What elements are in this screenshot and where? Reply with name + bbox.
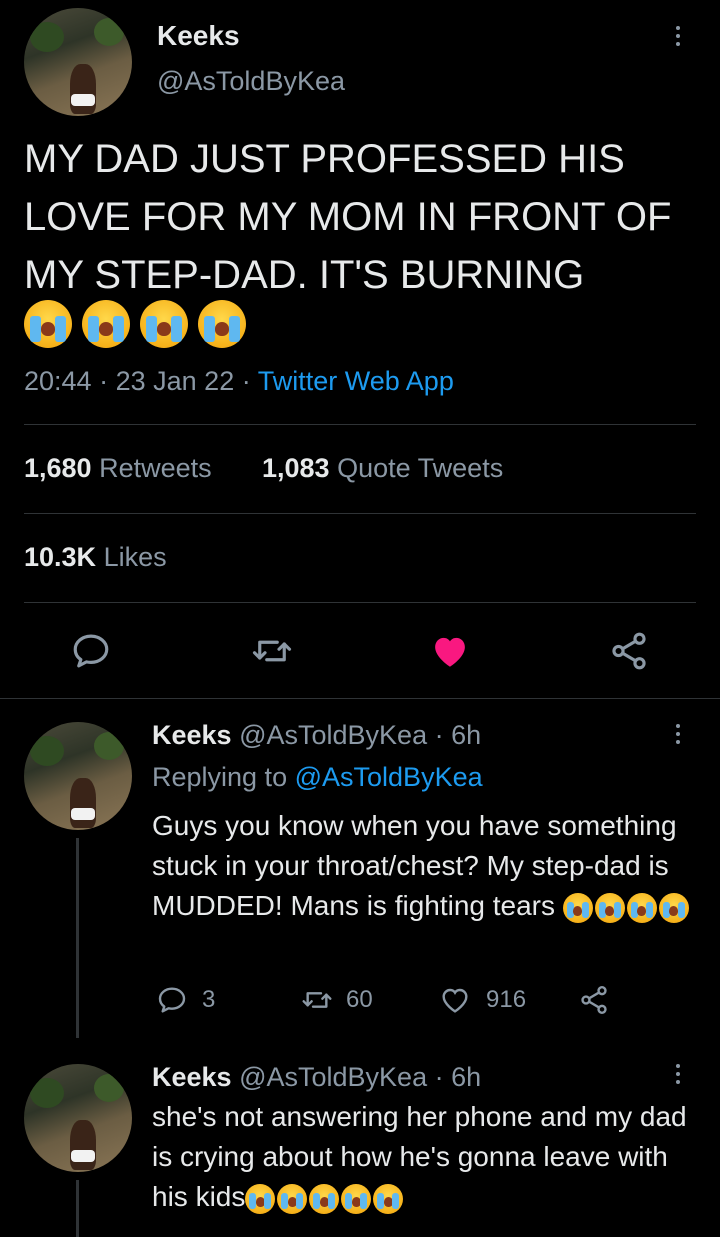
display-name[interactable]: Keeks — [152, 720, 232, 750]
share-icon[interactable] — [578, 984, 610, 1016]
meta-separator: · — [99, 366, 109, 396]
likes-stat[interactable]: 10.3K Likes — [24, 542, 167, 573]
divider — [24, 513, 696, 514]
more-options-icon[interactable] — [676, 26, 680, 46]
display-name[interactable]: Keeks — [152, 1062, 232, 1092]
reply-header: Keeks @AsToldByKea · 6h — [152, 720, 481, 751]
like-count: 916 — [486, 986, 527, 1013]
tweet-age[interactable]: · 6h — [435, 720, 482, 750]
handle[interactable]: @AsToldByKea — [239, 1062, 427, 1092]
loudly-crying-face-icon — [373, 1183, 404, 1214]
tweet-text: MY DAD JUST PROFESSED HIS LOVE FOR MY MO… — [24, 137, 672, 297]
loudly-crying-face-icon — [341, 1183, 372, 1214]
heart-icon — [442, 988, 468, 1013]
retweet-icon[interactable] — [250, 630, 294, 672]
reply-button[interactable]: 3 — [156, 984, 215, 1016]
more-options-icon[interactable] — [676, 724, 680, 744]
loudly-crying-face-icon — [658, 892, 689, 923]
retweets-stat[interactable]: 1,680 Retweets — [24, 453, 212, 484]
reply-text-body: she's not answering her phone and my dad… — [152, 1101, 687, 1212]
tweet-age[interactable]: · 6h — [435, 1062, 482, 1092]
like-heart-shape — [435, 637, 465, 667]
retweet-count: 60 — [346, 986, 373, 1013]
replying-to-handle[interactable]: @AsToldByKea — [295, 762, 483, 792]
loudly-crying-face-icon — [277, 1183, 308, 1214]
tweet-source[interactable]: Twitter Web App — [258, 366, 454, 396]
loudly-crying-face-icon — [24, 300, 72, 348]
loudly-crying-face-icon — [626, 892, 657, 923]
tweet-date[interactable]: 23 Jan 22 — [116, 366, 235, 396]
divider — [0, 698, 720, 699]
reply-text: Guys you know when you have something st… — [152, 806, 692, 926]
avatar[interactable] — [24, 8, 132, 116]
loudly-crying-face-icon — [140, 300, 188, 348]
like-button[interactable]: 916 — [438, 984, 526, 1016]
like-heart-icon[interactable] — [428, 630, 472, 672]
reply-count: 3 — [202, 986, 216, 1013]
more-options-icon[interactable] — [676, 1064, 680, 1084]
retweet-icon — [302, 992, 332, 1008]
meta-separator: · — [241, 366, 251, 396]
thread-line — [76, 838, 79, 1038]
quotes-label: Quote Tweets — [337, 453, 504, 483]
share-icon[interactable] — [608, 630, 650, 672]
replying-to: Replying to @AsToldByKea — [152, 762, 483, 793]
loudly-crying-face-icon — [309, 1183, 340, 1214]
loudly-crying-face-icon — [82, 300, 130, 348]
reply-icon[interactable] — [70, 630, 112, 672]
quotes-stat[interactable]: 1,083 Quote Tweets — [262, 453, 503, 484]
loudly-crying-face-icon — [198, 300, 246, 348]
retweets-count: 1,680 — [24, 453, 92, 483]
divider — [24, 602, 696, 603]
reply-header: Keeks @AsToldByKea · 6h — [152, 1062, 481, 1093]
avatar[interactable] — [24, 722, 132, 830]
avatar[interactable] — [24, 1064, 132, 1172]
tweet-time[interactable]: 20:44 — [24, 366, 92, 396]
tweet-emojis — [24, 300, 248, 348]
thread-line — [76, 1180, 79, 1237]
tweet-meta: 20:44 · 23 Jan 22 · Twitter Web App — [24, 366, 454, 397]
loudly-crying-face-icon — [594, 892, 625, 923]
handle[interactable]: @AsToldByKea — [157, 66, 345, 97]
divider — [24, 424, 696, 425]
reply-icon — [158, 987, 186, 1013]
loudly-crying-face-icon — [562, 892, 593, 923]
replying-to-label: Replying to — [152, 762, 288, 792]
retweets-label: Retweets — [99, 453, 212, 483]
loudly-crying-face-icon — [245, 1183, 276, 1214]
handle[interactable]: @AsToldByKea — [239, 720, 427, 750]
quotes-count: 1,083 — [262, 453, 330, 483]
display-name[interactable]: Keeks — [157, 20, 240, 52]
likes-count: 10.3K — [24, 542, 97, 572]
likes-label: Likes — [103, 542, 167, 572]
reply-text: she's not answering her phone and my dad… — [152, 1097, 692, 1217]
retweet-button[interactable]: 60 — [300, 984, 373, 1016]
